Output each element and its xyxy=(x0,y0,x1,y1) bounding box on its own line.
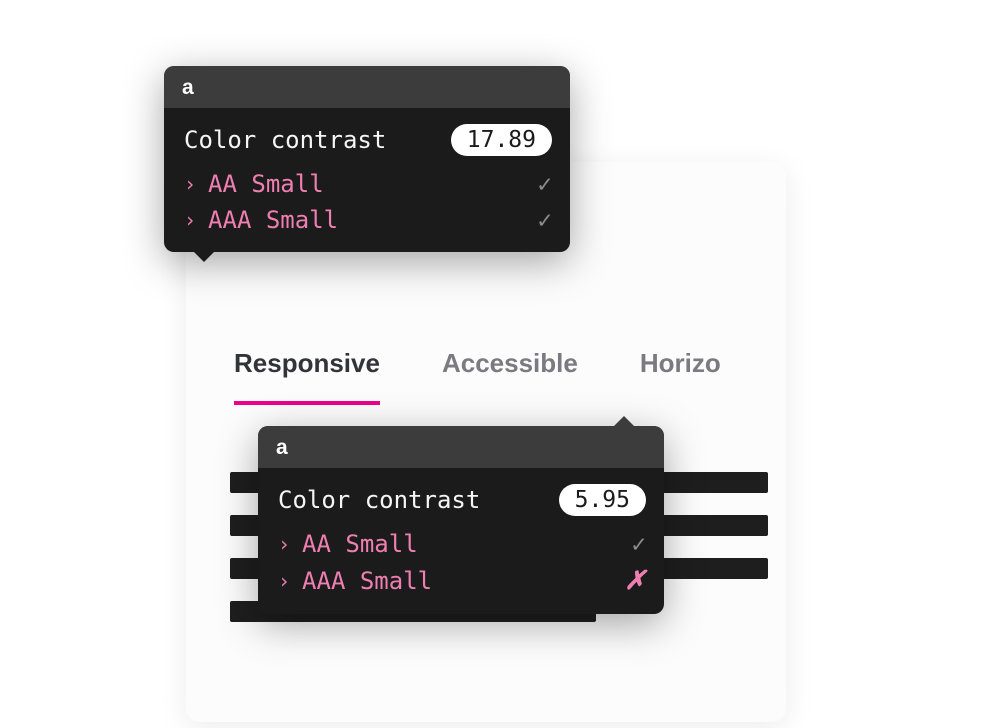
tooltip-body: Color contrast 5.95 › AA Small ✓ › AAA S… xyxy=(258,468,664,614)
tooltip-header-sample: a xyxy=(276,436,288,459)
chevron-icon: › xyxy=(184,208,196,232)
check-icon: ✓ xyxy=(538,206,552,234)
tooltip-header-sample: a xyxy=(182,76,194,99)
criteria-row-aa: › AA Small ✓ xyxy=(278,530,646,558)
tab-label: Accessible xyxy=(442,348,578,378)
tab-label: Horizo xyxy=(640,348,721,378)
tooltip-body: Color contrast 17.89 › AA Small ✓ › AAA … xyxy=(164,108,570,252)
criteria-left: › AAA Small xyxy=(184,206,338,234)
tab-horizontal[interactable]: Horizo xyxy=(640,348,721,401)
criteria-label: AA Small xyxy=(208,170,324,198)
tooltip-header: a xyxy=(258,426,664,468)
tabs-bar: Responsive Accessible Horizo xyxy=(186,348,786,405)
tooltip-pointer-icon xyxy=(194,252,214,262)
criteria-left: › AAA Small xyxy=(278,567,432,595)
criteria-label: AA Small xyxy=(302,530,418,558)
criteria-label: AAA Small xyxy=(208,206,338,234)
tab-responsive[interactable]: Responsive xyxy=(234,348,380,405)
contrast-label: Color contrast xyxy=(278,486,480,514)
tooltip-header: a xyxy=(164,66,570,108)
contrast-tooltip-1: a Color contrast 17.89 › AA Small ✓ › AA… xyxy=(164,66,570,252)
check-icon: ✓ xyxy=(538,170,552,198)
criteria-row-aaa: › AAA Small ✗ xyxy=(278,566,646,596)
contrast-value-badge: 17.89 xyxy=(451,124,552,156)
criteria-row-aa: › AA Small ✓ xyxy=(184,170,552,198)
tooltip-pointer-icon xyxy=(614,416,634,426)
check-icon: ✓ xyxy=(632,530,646,558)
tab-label: Responsive xyxy=(234,348,380,378)
contrast-label: Color contrast xyxy=(184,126,386,154)
contrast-row: Color contrast 5.95 xyxy=(278,484,646,516)
chevron-icon: › xyxy=(278,532,290,556)
criteria-label: AAA Small xyxy=(302,567,432,595)
chevron-icon: › xyxy=(184,172,196,196)
criteria-left: › AA Small xyxy=(184,170,324,198)
cross-icon: ✗ xyxy=(624,566,646,596)
chevron-icon: › xyxy=(278,569,290,593)
contrast-row: Color contrast 17.89 xyxy=(184,124,552,156)
criteria-left: › AA Small xyxy=(278,530,418,558)
criteria-row-aaa: › AAA Small ✓ xyxy=(184,206,552,234)
contrast-tooltip-2: a Color contrast 5.95 › AA Small ✓ › AAA… xyxy=(258,426,664,614)
tab-accessible[interactable]: Accessible xyxy=(442,348,578,401)
contrast-value-badge: 5.95 xyxy=(559,484,646,516)
